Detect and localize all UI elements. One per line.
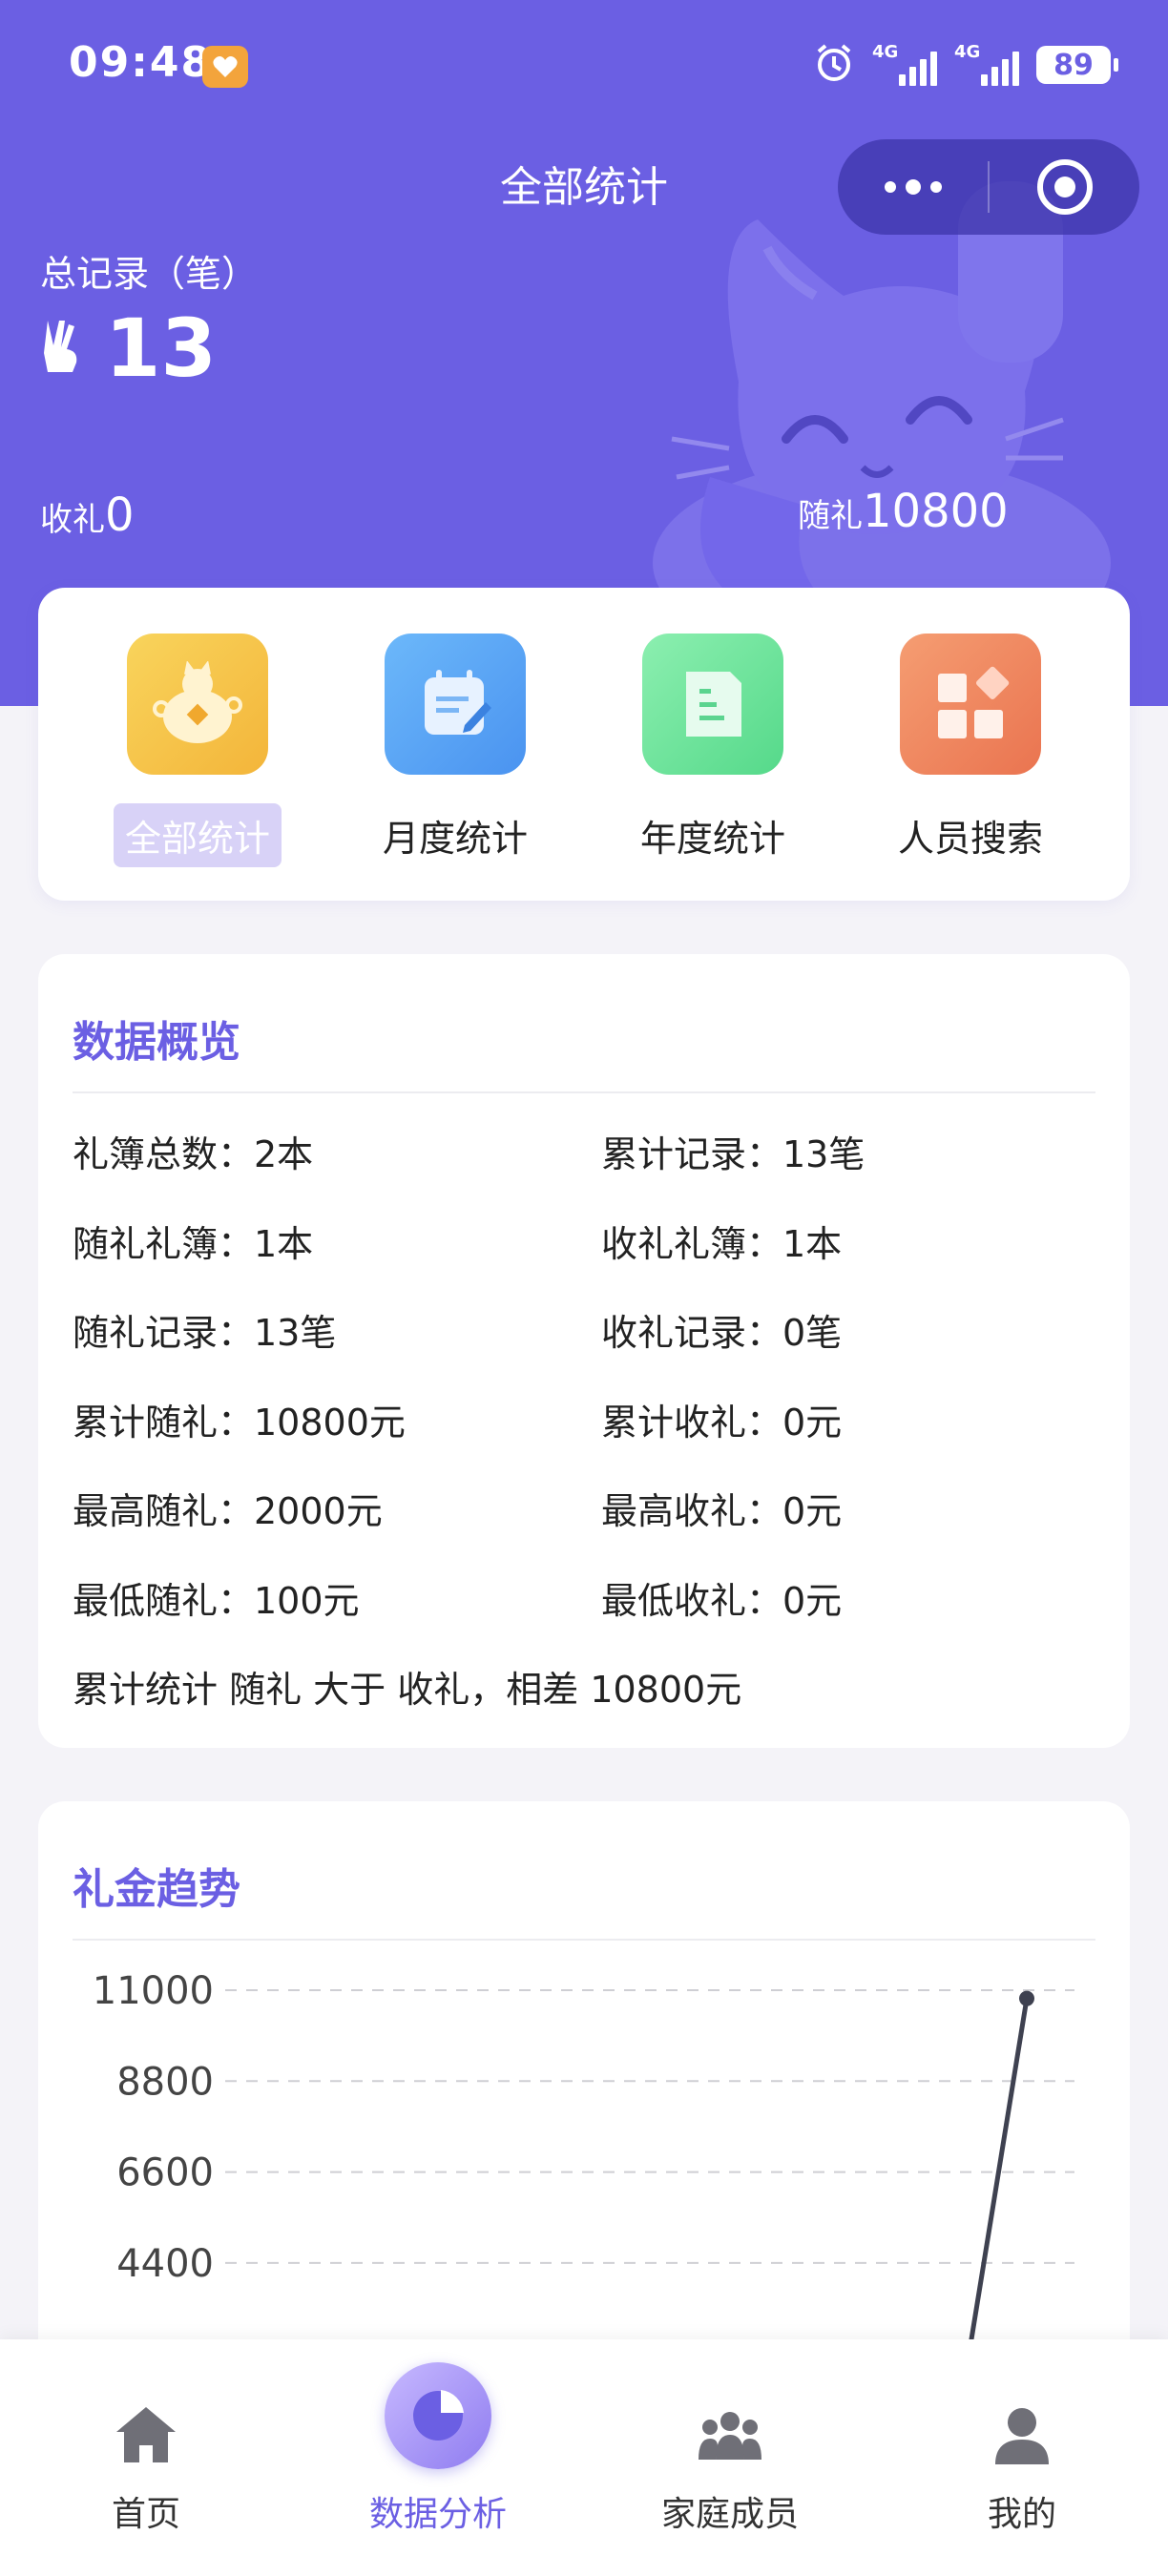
overview-item: 最低收礼：0元 xyxy=(601,1579,843,1622)
home-icon xyxy=(112,2400,180,2469)
overview-item: 最低随礼：100元 xyxy=(73,1579,360,1622)
menu-monthly-stats[interactable]: 月度统计 xyxy=(345,634,565,901)
tab-data-analysis-label: 数据分析 xyxy=(368,2495,507,2534)
status-time: 09:48 xyxy=(69,38,213,87)
y-tick-label: 11000 xyxy=(93,1969,214,2013)
overview-item: 累计收礼：0元 xyxy=(601,1401,843,1444)
given-label: 随礼 xyxy=(798,497,863,535)
overview-item: 随礼记录：13笔 xyxy=(73,1312,337,1354)
close-miniprogram-button[interactable] xyxy=(990,139,1139,235)
y-tick-label: 8800 xyxy=(116,2060,214,2104)
document-icon xyxy=(642,634,783,775)
signal-label: 4G xyxy=(954,42,981,62)
given-value: 10800 xyxy=(863,485,1009,538)
trend-title: 礼金趋势 xyxy=(73,1855,1095,1941)
alarm-icon xyxy=(813,42,855,88)
victory-hand-icon xyxy=(40,319,82,378)
tab-family-members-label: 家庭成员 xyxy=(660,2495,799,2534)
menu-person-search[interactable]: 人员搜索 xyxy=(861,634,1080,901)
signal-icon: 4G xyxy=(872,42,937,86)
menu-all-stats[interactable]: 全部统计 xyxy=(88,634,307,901)
received-label: 收礼 xyxy=(40,501,105,539)
status-bar: 09:48 4G 4G 89 xyxy=(0,0,1168,134)
overview-item: 最高收礼：0元 xyxy=(601,1490,843,1532)
tab-home-label: 首页 xyxy=(111,2495,180,2534)
battery-icon: 89 xyxy=(1036,46,1118,84)
user-icon xyxy=(988,2400,1056,2469)
miniprogram-capsule xyxy=(838,139,1139,235)
signal-icon: 4G xyxy=(954,42,1019,86)
overview-title: 数据概览 xyxy=(73,1008,1095,1093)
tab-mine-label: 我的 xyxy=(987,2495,1056,2534)
menu-all-stats-label: 全部统计 xyxy=(113,803,282,867)
tab-data-analysis[interactable]: 数据分析 xyxy=(292,2339,584,2576)
given-summary: 随礼 10800 xyxy=(798,485,1009,538)
total-records-label: 总记录（笔） xyxy=(40,253,259,295)
more-button[interactable] xyxy=(838,139,988,235)
family-icon xyxy=(696,2400,764,2469)
data-point xyxy=(1019,1990,1034,2006)
total-records-count: 13 xyxy=(105,301,217,395)
status-indicators: 4G 4G 89 xyxy=(813,42,1118,88)
data-overview-card: 数据概览 礼簿总数：2本 累计记录：13笔 随礼礼簿：1本 收礼礼簿：1本 随礼… xyxy=(38,954,1130,1748)
y-tick-label: 6600 xyxy=(116,2151,214,2195)
total-records: 13 xyxy=(40,301,217,395)
bottom-tabbar: 首页 数据分析 家庭成员 我的 xyxy=(0,2339,1168,2576)
app-notification-icon xyxy=(202,46,248,88)
pie-chart-icon xyxy=(385,2362,491,2469)
menu-person-search-label: 人员搜索 xyxy=(897,818,1043,860)
money-bag-icon xyxy=(127,634,268,775)
overview-item: 收礼记录：0笔 xyxy=(601,1312,843,1354)
grid-apps-icon xyxy=(900,634,1041,775)
tab-home[interactable]: 首页 xyxy=(0,2339,292,2576)
overview-item: 随礼礼簿：1本 xyxy=(73,1222,314,1265)
overview-item: 累计记录：13笔 xyxy=(601,1133,866,1175)
overview-item: 收礼礼簿：1本 xyxy=(601,1222,843,1265)
stats-menu: 全部统计 月度统计 年度统计 人员搜索 xyxy=(38,588,1130,901)
calendar-note-icon xyxy=(385,634,526,775)
tab-family-members[interactable]: 家庭成员 xyxy=(584,2339,876,2576)
overview-grid: 礼簿总数：2本 累计记录：13笔 随礼礼簿：1本 收礼礼簿：1本 随礼记录：13… xyxy=(73,1111,1095,1646)
overview-item: 最高随礼：2000元 xyxy=(73,1490,383,1532)
menu-yearly-stats-label: 年度统计 xyxy=(639,818,785,860)
y-tick-label: 4400 xyxy=(116,2242,214,2286)
overview-summary: 累计统计 随礼 大于 收礼，相差 10800元 xyxy=(73,1669,742,1711)
tab-mine[interactable]: 我的 xyxy=(876,2339,1168,2576)
menu-monthly-stats-label: 月度统计 xyxy=(382,818,528,860)
menu-yearly-stats[interactable]: 年度统计 xyxy=(603,634,823,901)
target-icon xyxy=(1036,159,1093,215)
overview-item: 礼簿总数：2本 xyxy=(73,1133,314,1175)
overview-item: 累计随礼：10800元 xyxy=(73,1401,406,1444)
received-summary: 收礼 0 xyxy=(40,488,135,542)
more-dots-icon xyxy=(884,179,942,195)
signal-label: 4G xyxy=(872,42,899,62)
received-value: 0 xyxy=(105,488,135,542)
